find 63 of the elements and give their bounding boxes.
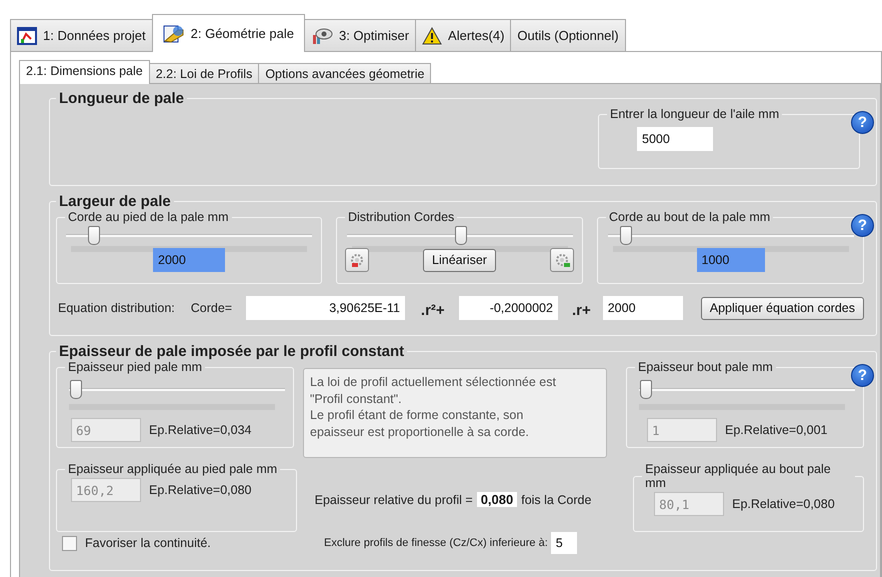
exclude-label: Exclure profils de finesse (Cz/Cx) inferieure à: (324, 537, 548, 549)
tab[interactable]: 3: Optimiser (304, 19, 416, 52)
coefficient-field[interactable]: 2000 (602, 296, 683, 320)
tab[interactable]: Options avancées géometrie (258, 63, 432, 84)
input-field[interactable]: 1000 (696, 248, 764, 272)
r-term: .r+ (572, 302, 591, 318)
reset-button[interactable] (345, 248, 369, 272)
tab[interactable]: 2: Géométrie pale (152, 14, 305, 52)
relative-thickness: Ep.Relative=0,080 (149, 483, 252, 497)
warning-icon (422, 26, 442, 44)
tab[interactable]: Alertes(4) (415, 19, 512, 52)
slider[interactable] (66, 224, 312, 246)
slider[interactable] (346, 224, 572, 246)
slider-label: Epaisseur pied pale mm (67, 360, 204, 374)
linearize-button[interactable]: Linéariser (423, 248, 496, 272)
slider-label: Corde au pied de la pale mm (67, 210, 230, 224)
help-icon[interactable]: ? (851, 214, 874, 237)
help-icon[interactable]: ? (851, 111, 874, 134)
apply-equation-button[interactable]: Appliquer équation cordes (700, 296, 864, 320)
slider[interactable] (608, 224, 854, 246)
slider-label: Corde au bout de la pale mm (608, 210, 772, 224)
tab[interactable]: Outils (Optionnel) (510, 19, 626, 52)
coefficient-field[interactable]: 3,90625E-11 (246, 296, 405, 320)
coefficient-field[interactable]: -0,2000002 (458, 296, 558, 320)
relative-thickness: Ep.Relative=0,001 (725, 423, 828, 437)
field-label: Epaisseur appliquée au pied pale mm (67, 462, 278, 476)
field-label: Entrer la longueur de l'aile mm (609, 107, 780, 121)
equation-label: Equation distribution: (58, 301, 175, 315)
tab[interactable]: 1: Données projet (10, 19, 153, 52)
group-title: Epaisseur de pale imposée par le profil constant (58, 343, 406, 360)
gear-minus-icon (349, 252, 365, 268)
relative-profile-suffix: fois la Corde (521, 492, 592, 506)
field-label: Epaisseur appliquée au bout pale mm (644, 462, 832, 490)
slider-label: Distribution Cordes (347, 210, 456, 224)
r-squared-term: .r²+ (420, 302, 445, 318)
tab[interactable]: 2.1: Dimensions pale (19, 60, 150, 84)
slider[interactable] (639, 378, 855, 400)
help-icon[interactable]: ? (851, 364, 874, 387)
input-field[interactable]: 5 (550, 532, 577, 554)
checkbox-label: Favoriser la continuité. (85, 536, 211, 550)
readonly-field: 80,1 (654, 492, 724, 516)
relative-thickness: Ep.Relative=0,080 (732, 497, 835, 511)
relative-profile-value: 0,080 (476, 492, 518, 507)
blade-icon (162, 24, 185, 44)
relative-profile-label: Epaisseur relative du profil = (314, 492, 473, 506)
group-title: Longueur de pale (58, 90, 186, 107)
readonly-field: 160,2 (71, 478, 141, 502)
apply-button[interactable] (550, 248, 574, 272)
checkbox[interactable] (62, 536, 77, 550)
eye-icon (310, 26, 333, 44)
readonly-field: 1 (647, 418, 717, 442)
tab[interactable]: 2.2: Loi de Profils (148, 63, 260, 84)
group-title: Largeur de pale (58, 193, 172, 210)
input-field[interactable]: 5000 (637, 127, 713, 151)
slider-label: Epaisseur bout pale mm (637, 360, 774, 374)
input-field[interactable]: 2000 (153, 248, 225, 272)
chart-icon (17, 26, 37, 44)
readonly-field: 69 (71, 418, 141, 442)
gear-plus-icon (554, 252, 570, 268)
slider[interactable] (69, 378, 285, 400)
info-text: La loi de profil actuellement sélectionnée est "Profil constant". Le profil étant de forme constante, son epaisseur est proportionelle à sa corde. (303, 368, 607, 458)
relative-thickness: Ep.Relative=0,034 (149, 423, 252, 437)
equation-prefix: Corde= (190, 301, 232, 315)
